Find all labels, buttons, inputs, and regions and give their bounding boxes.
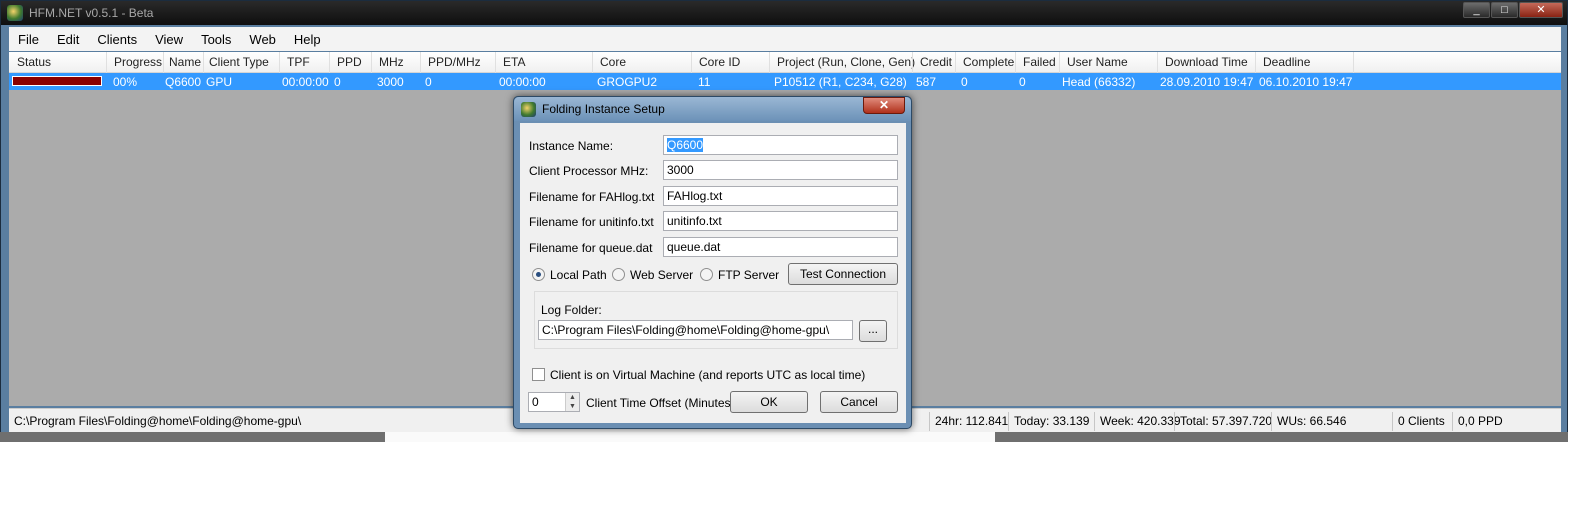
cell-client-type: GPU — [206, 75, 233, 89]
cell-complete: 0 — [961, 75, 968, 89]
menu-bar: File Edit Clients View Tools Web Help — [9, 27, 1561, 51]
maximize-button[interactable]: □ — [1491, 2, 1518, 18]
status-24hr: 24hr: 112.841 — [929, 412, 1013, 431]
mhz-label: Client Processor MHz: — [529, 164, 649, 178]
time-offset-stepper[interactable]: 0 ▲ ▼ — [528, 392, 580, 412]
background-window-strip — [0, 432, 1568, 442]
col-ppd-mhz[interactable]: PPD/MHz — [428, 55, 481, 69]
col-complete[interactable]: Complete — [963, 55, 1014, 69]
app-icon — [521, 102, 536, 117]
ftp-server-label[interactable]: FTP Server — [718, 268, 779, 282]
virtual-machine-label[interactable]: Client is on Virtual Machine (and report… — [550, 368, 865, 382]
col-eta[interactable]: ETA — [503, 55, 525, 69]
col-user-name[interactable]: User Name — [1067, 55, 1128, 69]
instance-name-label: Instance Name: — [529, 139, 614, 153]
table-row[interactable]: 00% Q6600 GPU 00:00:00 0 3000 0 00:00:00… — [9, 73, 1561, 90]
dialog-body: Instance Name: Q6600 Client Processor MH… — [520, 123, 906, 423]
col-status[interactable]: Status — [17, 55, 51, 69]
dialog-title: Folding Instance Setup — [542, 102, 665, 116]
instance-name-field[interactable]: Q6600 — [663, 135, 898, 155]
col-deadline[interactable]: Deadline — [1263, 55, 1310, 69]
cell-eta: 00:00:00 — [499, 75, 546, 89]
col-failed[interactable]: Failed — [1023, 55, 1056, 69]
web-server-radio[interactable] — [612, 268, 625, 281]
queue-label: Filename for queue.dat — [529, 241, 653, 255]
grid-header: Status Progress Name Client Type TPF PPD… — [9, 52, 1561, 73]
status-total: Total: 57.397.720 — [1174, 412, 1277, 431]
close-button[interactable]: ✕ — [1519, 2, 1563, 18]
status-ppd: 0,0 PPD — [1452, 412, 1508, 431]
status-wus: WUs: 66.546 — [1271, 412, 1351, 431]
menu-view[interactable]: View — [146, 32, 192, 47]
time-offset-label: Client Time Offset (Minutes) — [586, 396, 735, 410]
menu-clients[interactable]: Clients — [88, 32, 146, 47]
col-core-id[interactable]: Core ID — [699, 55, 740, 69]
col-tpf[interactable]: TPF — [287, 55, 310, 69]
app-icon — [7, 5, 23, 21]
cell-ppd-mhz: 0 — [425, 75, 432, 89]
local-path-radio[interactable] — [532, 268, 545, 281]
menu-web[interactable]: Web — [240, 32, 285, 47]
local-path-label[interactable]: Local Path — [550, 268, 607, 282]
cell-deadline: 06.10.2010 19:47 — [1259, 75, 1353, 89]
test-connection-button[interactable]: Test Connection — [788, 263, 898, 285]
cell-core: GROGPU2 — [597, 75, 658, 89]
cell-progress: 00% — [113, 75, 138, 89]
col-core[interactable]: Core — [600, 55, 626, 69]
log-folder-field[interactable]: C:\Program Files\Folding@home\Folding@ho… — [538, 320, 853, 340]
virtual-machine-checkbox[interactable] — [532, 368, 545, 381]
col-project[interactable]: Project (Run, Clone, Gen) — [777, 55, 915, 69]
folding-instance-setup-dialog: Folding Instance Setup ✕ Instance Name: … — [513, 96, 912, 429]
ok-button[interactable]: OK — [730, 391, 808, 413]
fahlog-field[interactable]: FAHlog.txt — [663, 186, 898, 206]
title-bar: HFM.NET v0.5.1 - Beta _ □ ✕ — [1, 1, 1567, 25]
col-name[interactable]: Name — [169, 55, 201, 69]
cell-download-time: 28.09.2010 19:47 — [1160, 75, 1254, 89]
cancel-button[interactable]: Cancel — [820, 391, 898, 413]
cell-ppd: 0 — [334, 75, 341, 89]
menu-file[interactable]: File — [9, 32, 48, 47]
col-mhz[interactable]: MHz — [379, 55, 404, 69]
minimize-button[interactable]: _ — [1463, 2, 1490, 18]
mhz-field[interactable]: 3000 — [663, 160, 898, 180]
status-path: C:\Program Files\Folding@home\Folding@ho… — [14, 414, 302, 428]
cell-mhz: 3000 — [377, 75, 404, 89]
status-today: Today: 33.139 — [1008, 412, 1094, 431]
status-week: Week: 420.339 — [1094, 412, 1186, 431]
unitinfo-label: Filename for unitinfo.txt — [529, 215, 654, 229]
cell-project: P10512 (R1, C234, G28) — [774, 75, 907, 89]
cell-core-id: 11 — [698, 75, 711, 89]
status-clients: 0 Clients — [1392, 412, 1450, 431]
col-download-time[interactable]: Download Time — [1165, 55, 1248, 69]
cell-credit: 587 — [916, 75, 937, 89]
cell-tpf: 00:00:00 — [282, 75, 329, 89]
col-client-type[interactable]: Client Type — [209, 55, 269, 69]
col-credit[interactable]: Credit — [920, 55, 952, 69]
web-server-label[interactable]: Web Server — [630, 268, 693, 282]
queue-field[interactable]: queue.dat — [663, 237, 898, 257]
menu-edit[interactable]: Edit — [48, 32, 88, 47]
window-title: HFM.NET v0.5.1 - Beta — [29, 6, 154, 20]
cell-failed: 0 — [1019, 75, 1026, 89]
cell-name: Q6600 — [165, 75, 202, 89]
menu-help[interactable]: Help — [285, 32, 330, 47]
dialog-title-bar: Folding Instance Setup ✕ — [514, 97, 911, 121]
unitinfo-field[interactable]: unitinfo.txt — [663, 211, 898, 231]
time-offset-value: 0 — [532, 395, 539, 409]
col-ppd[interactable]: PPD — [337, 55, 362, 69]
menu-tools[interactable]: Tools — [192, 32, 240, 47]
log-folder-label: Log Folder: — [541, 303, 602, 317]
dialog-close-button[interactable]: ✕ — [863, 97, 905, 114]
ftp-server-radio[interactable] — [700, 268, 713, 281]
browse-button[interactable]: ... — [859, 320, 887, 342]
fahlog-label: Filename for FAHlog.txt — [529, 190, 655, 204]
col-progress[interactable]: Progress — [114, 55, 162, 69]
status-indicator — [12, 76, 102, 86]
spin-arrows-icon[interactable]: ▲ ▼ — [565, 393, 579, 411]
cell-user-name: Head (66332) — [1062, 75, 1136, 89]
